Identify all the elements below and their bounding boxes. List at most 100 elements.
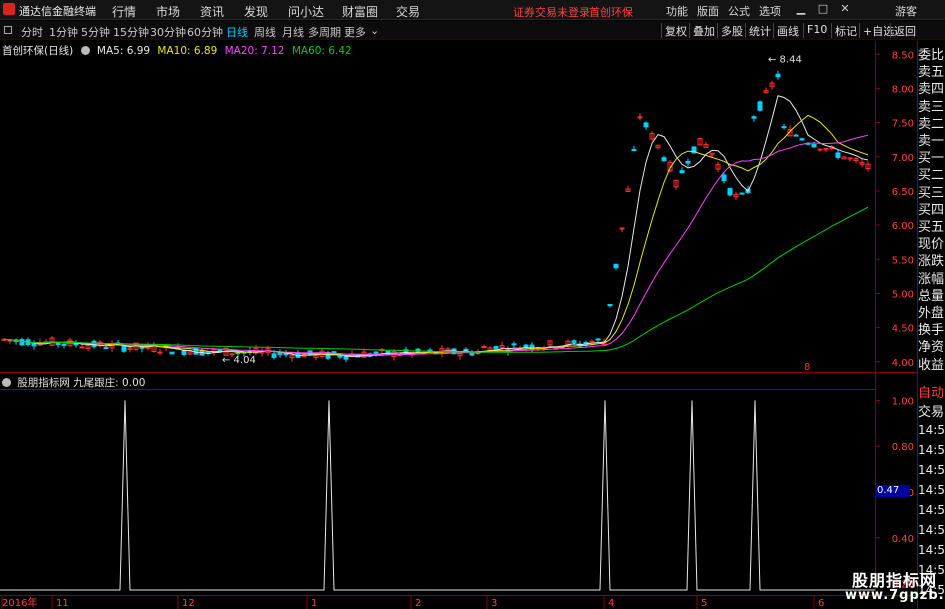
candle-body [685, 160, 691, 164]
tick-time: 14:56 [918, 483, 945, 497]
indicator-label: 股朋指标网 九尾跟庄: 0.00 [17, 377, 146, 389]
minimize-icon[interactable]: ▁ [793, 2, 809, 17]
stop-icon[interactable] [4, 26, 12, 34]
indicator-legend: 股朋指标网 九尾跟庄: 0.00 [2, 375, 145, 390]
candle-body [79, 346, 85, 349]
guest-user[interactable]: 游客 [895, 3, 917, 19]
candle-body [679, 170, 685, 174]
candle-body [793, 134, 799, 137]
candle-body [781, 126, 787, 129]
x-tick-label: 11 [56, 598, 69, 609]
draw-line-button[interactable]: 画线 [773, 23, 802, 38]
period-toolbar: 分时 1分钟 5分钟 15分钟 30分钟 60分钟 日线 周线 月线 多周期 更… [0, 21, 945, 60]
multi-stock-button[interactable]: 多股 [717, 23, 746, 38]
period-weekly[interactable]: 周线 [254, 24, 276, 40]
period-monthly[interactable]: 月线 [282, 24, 304, 40]
ma20-label: MA20: 7.12 [224, 45, 285, 57]
period-1min[interactable]: 1分钟 [49, 24, 78, 40]
menu-market[interactable]: 市场 [156, 3, 180, 20]
menu-layout[interactable]: 版面 [697, 3, 719, 19]
candle-body [835, 152, 841, 158]
y-tick-label: 7.00 [892, 153, 914, 164]
x-tick-label: 1 [311, 598, 317, 609]
period-15min[interactable]: 15分钟 [113, 24, 149, 40]
period-minute[interactable]: 分时 [21, 24, 43, 40]
tick-time: 14:56 [918, 443, 945, 457]
menu-news[interactable]: 资讯 [200, 3, 224, 20]
f10-button[interactable]: F10 [803, 23, 830, 38]
gear-icon[interactable] [80, 46, 90, 55]
candle-body [595, 338, 601, 341]
maximize-icon[interactable]: □ [815, 2, 831, 17]
candle-body [31, 343, 37, 347]
back-button[interactable]: 返回 [890, 23, 919, 38]
candle-body [121, 345, 127, 352]
auto-label[interactable]: 自动 [918, 383, 945, 404]
indicator-gear-icon[interactable] [2, 378, 11, 387]
period-more[interactable]: 更多 [344, 24, 366, 40]
ind-y-tick-label: 0.40 [892, 534, 914, 545]
tick-time: 14:56 [918, 463, 945, 477]
menu-wealth-circle[interactable]: 财富圈 [342, 3, 378, 20]
menu-trade[interactable]: 交易 [396, 3, 420, 20]
y-tick-label: 7.50 [892, 119, 914, 130]
candle-body [511, 343, 517, 346]
close-icon[interactable]: ✕ [837, 2, 853, 17]
candle-body [799, 138, 805, 141]
app-logo-icon [3, 3, 15, 15]
y-tick-label: 4.50 [892, 324, 914, 335]
adjust-button[interactable]: 复权 [661, 23, 690, 38]
menu-options[interactable]: 选项 [759, 3, 781, 19]
candle-body [283, 353, 289, 356]
candle-body [157, 351, 163, 354]
menu-market-quotes[interactable]: 行情 [112, 3, 136, 20]
period-multi[interactable]: 多周期 [308, 24, 341, 40]
high-price-label: ← 8.44 [768, 54, 802, 65]
candle-body [727, 188, 733, 196]
period-30min[interactable]: 30分钟 [150, 24, 186, 40]
y-tick-label: 8.00 [892, 84, 914, 95]
stock-period-label: 首创环保(日线) [2, 45, 74, 57]
candle-body [607, 304, 613, 307]
period-daily[interactable]: 日线 [226, 24, 248, 40]
tick-time: 14:56 [918, 503, 945, 517]
ind-y-tick-label: 0.80 [892, 442, 914, 453]
candle-body [721, 174, 727, 182]
candle-body [817, 148, 823, 151]
candle-body [481, 346, 487, 349]
x-tick-label: 2016年 [2, 596, 37, 609]
low-price-label: ← 4.04 [222, 355, 256, 366]
candle-body [271, 353, 277, 358]
menu-discover[interactable]: 发现 [244, 3, 268, 20]
y-tick-label: 4.00 [892, 358, 914, 369]
ma10-label: MA10: 6.89 [157, 45, 218, 57]
menu-ask[interactable]: 问小达 [288, 3, 324, 20]
x-tick-label: 4 [608, 598, 614, 609]
y-tick-label: 5.00 [892, 289, 914, 300]
candle-body [637, 116, 643, 119]
statistics-button[interactable]: 统计 [745, 23, 774, 38]
menu-formula[interactable]: 公式 [728, 3, 750, 19]
candle-body [631, 149, 637, 152]
period-60min[interactable]: 60分钟 [187, 24, 223, 40]
ma60-label: MA60: 6.42 [291, 45, 352, 57]
app-title: 通达信金融终端 [19, 5, 96, 18]
candle-body [103, 347, 109, 350]
period-5min[interactable]: 5分钟 [81, 24, 110, 40]
y-tick-label: 6.50 [892, 187, 914, 198]
tick-time: 14:56 [918, 543, 945, 557]
trade-login-notice[interactable]: 证券交易未登录 [513, 4, 590, 20]
candle-body [775, 73, 781, 78]
menu-functions[interactable]: 功能 [666, 3, 688, 19]
candle-body [847, 157, 853, 160]
tick-time: 14:56 [918, 423, 945, 437]
kline-chart[interactable]: ← 8.44 ← 4.04 8 8.50 8.00 7.50 7.00 6.50 6.00 5.… [0, 41, 945, 609]
chevron-down-icon[interactable]: ⌄ [370, 24, 379, 37]
candle-body [661, 157, 667, 162]
mark-button[interactable]: 标记 [831, 23, 860, 38]
candle-body [751, 116, 757, 119]
candle-body [169, 351, 175, 355]
tick-time: 14:56 [918, 523, 945, 537]
current-stock-tab[interactable]: 首创环保 [589, 4, 633, 20]
overlay-button[interactable]: 叠加 [689, 23, 718, 38]
